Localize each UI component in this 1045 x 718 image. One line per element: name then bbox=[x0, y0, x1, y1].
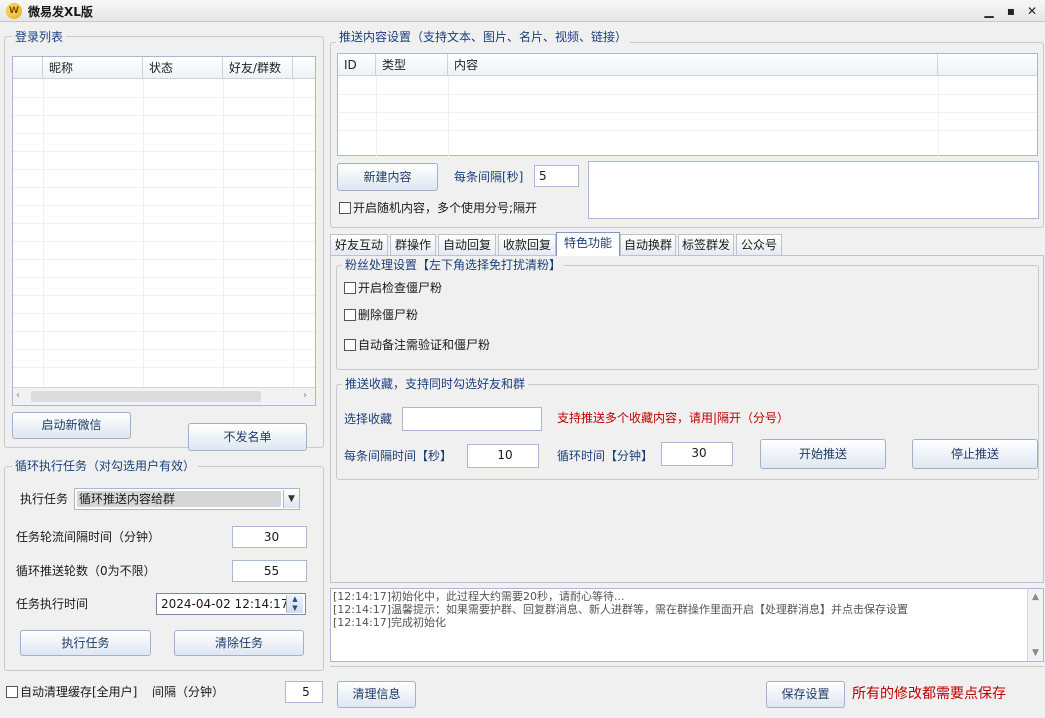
push-content-header: ID 类型 内容 bbox=[338, 54, 1037, 76]
header-type[interactable]: 类型 bbox=[376, 54, 448, 76]
new-content-button[interactable]: 新建内容 bbox=[337, 163, 438, 191]
start-push-button[interactable]: 开始推送 bbox=[760, 439, 886, 469]
login-list-table[interactable]: 昵称 状态 好友/群数 ‹ › bbox=[12, 56, 316, 406]
task-select[interactable]: 循环推送内容给群 ▼ bbox=[74, 488, 300, 510]
favorites-title: 推送收藏，支持同时勾选好友和群 bbox=[342, 377, 529, 391]
clear-log-button[interactable]: 清理信息 bbox=[337, 681, 416, 708]
tab-auto-switch-group[interactable]: 自动换群 bbox=[620, 234, 676, 255]
log-v-scrollbar[interactable]: ▲ ▼ bbox=[1027, 589, 1043, 661]
loop-task-title: 循环执行任务（对勾选用户有效） bbox=[12, 459, 199, 473]
tab-payment-reply[interactable]: 收款回复 bbox=[498, 234, 556, 255]
favorite-hint: 支持推送多个收藏内容，请用|隔开（分号） bbox=[557, 411, 790, 425]
header-friend-group-count[interactable]: 好友/群数 bbox=[223, 57, 293, 79]
fav-loop-label: 循环时间【分钟】 bbox=[557, 449, 654, 463]
scroll-up-icon[interactable]: ▲ bbox=[1032, 591, 1039, 604]
interval-input[interactable]: 30 bbox=[232, 526, 307, 548]
fav-interval-input[interactable]: 10 bbox=[467, 444, 539, 468]
maximize-icon[interactable]: ▪ bbox=[1002, 2, 1020, 20]
exec-time-input[interactable]: 2024-04-02 12:14:17 ▲ ▼ bbox=[156, 593, 306, 615]
scroll-down-icon[interactable]: ▼ bbox=[1032, 647, 1039, 660]
push-interval-input[interactable]: 5 bbox=[534, 165, 579, 187]
auto-note-checkbox[interactable] bbox=[344, 339, 356, 351]
push-content-table[interactable]: ID 类型 内容 bbox=[337, 53, 1038, 156]
random-content-label: 开启随机内容，多个使用分号;隔开 bbox=[353, 201, 538, 215]
header-status[interactable]: 状态 bbox=[143, 57, 223, 79]
exec-time-value: 2024-04-02 12:14:17 bbox=[161, 597, 289, 611]
stop-push-button[interactable]: 停止推送 bbox=[912, 439, 1038, 469]
cache-interval-input[interactable]: 5 bbox=[285, 681, 323, 703]
exec-time-label: 任务执行时间 bbox=[16, 597, 89, 611]
header-content[interactable]: 内容 bbox=[448, 54, 938, 76]
fav-loop-input[interactable]: 30 bbox=[661, 442, 733, 466]
tab-special-features[interactable]: 特色功能 bbox=[556, 232, 620, 256]
close-icon[interactable]: ✕ bbox=[1023, 2, 1041, 20]
delete-zombie-checkbox[interactable] bbox=[344, 309, 356, 321]
tab-group-ops[interactable]: 群操作 bbox=[390, 234, 436, 255]
random-content-textarea[interactable] bbox=[588, 161, 1039, 219]
log-box[interactable]: [12:14:17]初始化中，此过程大约需要20秒，请耐心等待... [12:1… bbox=[330, 588, 1044, 662]
minimize-icon[interactable]: ▁ bbox=[980, 2, 998, 20]
title-bar: W 微易发XL版 ▁ ▪ ✕ bbox=[0, 0, 1045, 22]
push-interval-label: 每条间隔[秒] bbox=[454, 170, 524, 184]
header-id[interactable]: ID bbox=[338, 54, 376, 76]
push-content-title: 推送内容设置（支持文本、图片、名片、视频、链接） bbox=[336, 30, 631, 44]
fav-interval-label: 每条间隔时间【秒】 bbox=[344, 449, 453, 463]
rounds-label: 循环推送轮数（0为不限） bbox=[16, 564, 156, 578]
tab-official-account[interactable]: 公众号 bbox=[736, 234, 782, 255]
save-settings-button[interactable]: 保存设置 bbox=[766, 681, 845, 708]
random-content-checkbox[interactable] bbox=[339, 202, 351, 214]
interval-label: 任务轮流间隔时间（分钟） bbox=[16, 530, 161, 544]
header-spacer bbox=[13, 57, 43, 79]
scroll-thumb[interactable] bbox=[31, 391, 261, 402]
delete-zombie-label: 删除僵尸粉 bbox=[358, 308, 419, 322]
save-hint: 所有的修改都需要点保存 bbox=[852, 686, 1006, 702]
chevron-down-icon[interactable]: ▼ bbox=[283, 490, 299, 508]
login-list-title: 登录列表 bbox=[12, 30, 67, 44]
check-zombie-label: 开启检查僵尸粉 bbox=[358, 281, 443, 295]
scroll-left-icon[interactable]: ‹ bbox=[16, 390, 20, 401]
time-spinner-icon[interactable]: ▲ ▼ bbox=[286, 595, 303, 613]
auto-note-label: 自动备注需验证和僵尸粉 bbox=[358, 338, 491, 352]
task-label: 执行任务 bbox=[20, 492, 69, 506]
cache-interval-label: 间隔（分钟） bbox=[152, 685, 225, 699]
run-task-button[interactable]: 执行任务 bbox=[20, 630, 151, 656]
scroll-right-icon[interactable]: › bbox=[303, 390, 307, 401]
tab-auto-reply[interactable]: 自动回复 bbox=[438, 234, 496, 255]
tab-friend-interaction[interactable]: 好友互动 bbox=[330, 234, 388, 255]
auto-clear-cache-checkbox[interactable] bbox=[6, 686, 18, 698]
blacklist-button[interactable]: 不发名单 bbox=[188, 423, 307, 451]
header-nickname[interactable]: 昵称 bbox=[43, 57, 143, 79]
select-favorite-input[interactable] bbox=[402, 407, 542, 431]
app-logo-icon: W bbox=[6, 3, 22, 19]
window-title: 微易发XL版 bbox=[28, 5, 93, 19]
start-new-wechat-button[interactable]: 启动新微信 bbox=[12, 412, 131, 439]
log-line: [12:14:17]初始化中，此过程大约需要20秒，请耐心等待... bbox=[333, 590, 625, 603]
log-line: [12:14:17]完成初始化 bbox=[333, 616, 446, 629]
check-zombie-checkbox[interactable] bbox=[344, 282, 356, 294]
tab-tag-broadcast[interactable]: 标签群发 bbox=[678, 234, 734, 255]
fans-title: 粉丝处理设置【左下角选择免打扰清粉】 bbox=[342, 258, 565, 272]
clear-task-button[interactable]: 清除任务 bbox=[174, 630, 304, 656]
login-list-h-scrollbar[interactable]: ‹ › bbox=[13, 387, 315, 405]
login-list-header: 昵称 状态 好友/群数 bbox=[13, 57, 315, 79]
auto-clear-cache-label: 自动清理缓存[全用户] bbox=[20, 685, 138, 699]
task-select-value: 循环推送内容给群 bbox=[77, 491, 281, 507]
log-line: [12:14:17]温馨提示：如果需要护群、回复群消息、新人进群等，需在群操作里… bbox=[333, 603, 908, 616]
rounds-input[interactable]: 55 bbox=[232, 560, 307, 582]
select-favorite-label: 选择收藏 bbox=[344, 412, 393, 426]
